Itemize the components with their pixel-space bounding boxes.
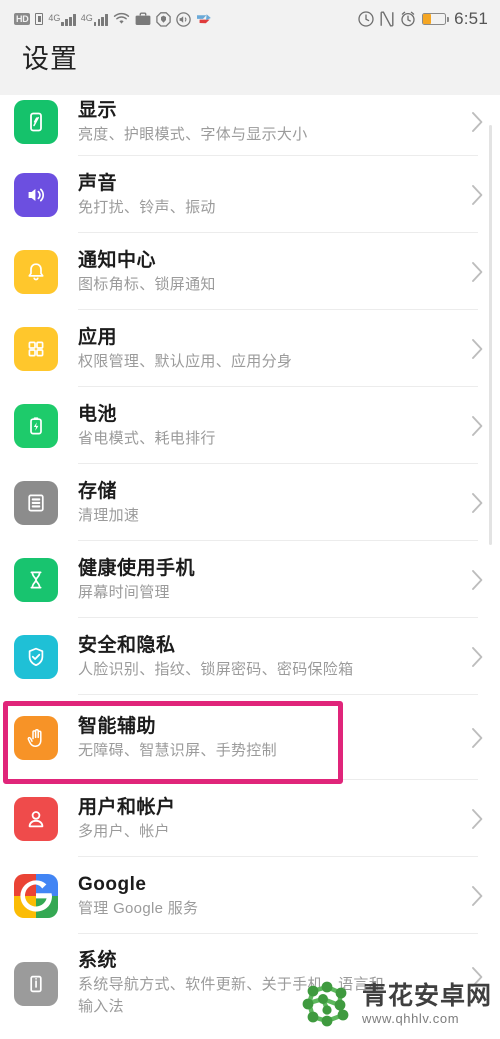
site-watermark: 青花安卓网 www.qhhlv.com bbox=[299, 979, 492, 1029]
settings-list[interactable]: 显示 亮度、护眼模式、字体与显示大小 声音 免打扰、铃声、振动 通知中心 图标角… bbox=[0, 95, 500, 1039]
settings-row-text: 健康使用手机 屏幕时间管理 bbox=[78, 556, 454, 604]
row-subtitle: 图标角标、锁屏通知 bbox=[78, 275, 216, 293]
data-saver-icon bbox=[358, 11, 374, 27]
hourglass-icon bbox=[14, 557, 58, 602]
chevron-right-icon[interactable] bbox=[454, 808, 500, 830]
row-subtitle: 亮度、护眼模式、字体与显示大小 bbox=[78, 125, 308, 143]
settings-row-battery[interactable]: 电池 省电模式、耗电排行 bbox=[0, 387, 500, 464]
briefcase-icon bbox=[135, 12, 151, 26]
chevron-right-icon[interactable] bbox=[454, 492, 500, 514]
info-icon bbox=[14, 962, 58, 1006]
row-title: 应用 bbox=[78, 326, 118, 348]
display-phone-icon bbox=[14, 99, 58, 144]
chevron-right-icon[interactable] bbox=[454, 885, 500, 907]
google-g-icon bbox=[14, 873, 58, 918]
page-title: 设置 bbox=[22, 44, 78, 74]
page-header: 设置 bbox=[0, 38, 500, 95]
chevron-right-icon[interactable] bbox=[454, 415, 500, 437]
storage-icon bbox=[14, 480, 58, 525]
row-title: 显示 bbox=[78, 99, 118, 121]
settings-row-notification-center[interactable]: 通知中心 图标角标、锁屏通知 bbox=[0, 233, 500, 310]
settings-row-google[interactable]: Google 管理 Google 服务 bbox=[0, 857, 500, 934]
chevron-right-icon[interactable] bbox=[454, 261, 500, 283]
settings-row-apps[interactable]: 应用 权限管理、默认应用、应用分身 bbox=[0, 310, 500, 387]
row-subtitle: 多用户、帐户 bbox=[78, 822, 170, 840]
row-title: Google bbox=[78, 873, 147, 895]
settings-screen: HD 4G 4G 6:51 设置 显示 亮度、护眼模式、字体与显示大小 声音 免… bbox=[0, 0, 500, 1039]
shield-octagon-icon bbox=[156, 11, 171, 27]
wifi-icon bbox=[113, 12, 130, 26]
chevron-right-icon[interactable] bbox=[454, 338, 500, 360]
settings-row-text: 显示 亮度、护眼模式、字体与显示大小 bbox=[78, 98, 454, 146]
settings-row-digital-balance[interactable]: 健康使用手机 屏幕时间管理 bbox=[0, 541, 500, 618]
settings-row-text: 智能辅助 无障碍、智慧识屏、手势控制 bbox=[78, 714, 454, 762]
settings-row-users-accounts[interactable]: 用户和帐户 多用户、帐户 bbox=[0, 780, 500, 857]
vertical-scrollbar[interactable] bbox=[489, 125, 492, 545]
status-bar: HD 4G 4G 6:51 bbox=[0, 0, 500, 38]
sound-off-icon bbox=[176, 11, 191, 27]
user-icon bbox=[14, 796, 58, 841]
nfc-icon bbox=[380, 11, 394, 27]
row-title: 声音 bbox=[78, 172, 118, 194]
row-title: 系统 bbox=[78, 950, 118, 971]
chevron-right-icon[interactable] bbox=[454, 646, 500, 668]
hand-icon bbox=[14, 715, 58, 760]
row-title: 用户和帐户 bbox=[78, 796, 176, 818]
row-subtitle: 无障碍、智慧识屏、手势控制 bbox=[78, 741, 277, 759]
row-title: 通知中心 bbox=[78, 249, 157, 271]
settings-row-text: 声音 免打扰、铃声、振动 bbox=[78, 171, 454, 219]
settings-row-text: 应用 权限管理、默认应用、应用分身 bbox=[78, 325, 454, 373]
settings-row-text: 安全和隐私 人脸识别、指纹、锁屏密码、密码保险箱 bbox=[78, 633, 454, 681]
settings-row-text: 电池 省电模式、耗电排行 bbox=[78, 402, 454, 450]
settings-row-text: 通知中心 图标角标、锁屏通知 bbox=[78, 248, 454, 296]
chevron-right-icon[interactable] bbox=[454, 569, 500, 591]
battery-bolt-icon bbox=[14, 403, 58, 448]
watermark-text: 青花安卓网 www.qhhlv.com bbox=[361, 981, 492, 1026]
battery-icon bbox=[422, 13, 449, 25]
settings-row-storage[interactable]: 存储 清理加速 bbox=[0, 464, 500, 541]
row-title: 存储 bbox=[78, 480, 118, 502]
row-subtitle: 清理加速 bbox=[78, 506, 140, 524]
signal-4g-icon: 4G bbox=[48, 13, 76, 26]
alarm-icon bbox=[400, 11, 416, 27]
settings-row-sound[interactable]: 声音 免打扰、铃声、振动 bbox=[0, 156, 500, 233]
status-bar-left-icons: HD 4G 4G bbox=[14, 11, 212, 27]
bell-icon bbox=[14, 249, 58, 294]
watermark-site-name: 青花安卓网 bbox=[361, 981, 492, 1010]
row-title: 电池 bbox=[78, 403, 118, 425]
chevron-right-icon[interactable] bbox=[454, 727, 500, 749]
watermark-url: www.qhhlv.com bbox=[361, 1010, 460, 1026]
status-bar-clock: 6:51 bbox=[454, 9, 488, 28]
row-subtitle: 权限管理、默认应用、应用分身 bbox=[78, 352, 293, 370]
settings-row-text: Google 管理 Google 服务 bbox=[78, 872, 454, 920]
status-bar-right-icons: 6:51 bbox=[358, 9, 488, 29]
settings-row-security-privacy[interactable]: 安全和隐私 人脸识别、指纹、锁屏密码、密码保险箱 bbox=[0, 618, 500, 695]
row-subtitle: 管理 Google 服务 bbox=[78, 899, 199, 917]
apps-grid-icon bbox=[14, 326, 58, 371]
row-subtitle: 免打扰、铃声、振动 bbox=[78, 198, 216, 216]
speaker-icon bbox=[14, 172, 58, 217]
settings-row-text: 用户和帐户 多用户、帐户 bbox=[78, 795, 454, 843]
settings-row-text: 存储 清理加速 bbox=[78, 479, 454, 527]
settings-row-smart-assistance[interactable]: 智能辅助 无障碍、智慧识屏、手势控制 bbox=[0, 695, 500, 780]
chevron-right-icon[interactable] bbox=[454, 111, 500, 133]
shield-check-icon bbox=[14, 634, 58, 679]
sim-card-icon bbox=[35, 13, 44, 25]
row-title: 健康使用手机 bbox=[78, 557, 196, 579]
app-logo-icon bbox=[196, 12, 212, 26]
row-title: 安全和隐私 bbox=[78, 634, 176, 656]
hd-badge-icon: HD bbox=[14, 13, 31, 25]
row-subtitle: 屏幕时间管理 bbox=[78, 583, 170, 601]
signal-4g-secondary-icon: 4G bbox=[81, 13, 108, 26]
molecule-logo-icon bbox=[299, 979, 355, 1029]
row-subtitle: 人脸识别、指纹、锁屏密码、密码保险箱 bbox=[78, 660, 354, 678]
row-title: 智能辅助 bbox=[78, 715, 157, 737]
settings-row-display[interactable]: 显示 亮度、护眼模式、字体与显示大小 bbox=[0, 95, 500, 156]
chevron-right-icon[interactable] bbox=[454, 184, 500, 206]
row-subtitle: 省电模式、耗电排行 bbox=[78, 429, 216, 447]
